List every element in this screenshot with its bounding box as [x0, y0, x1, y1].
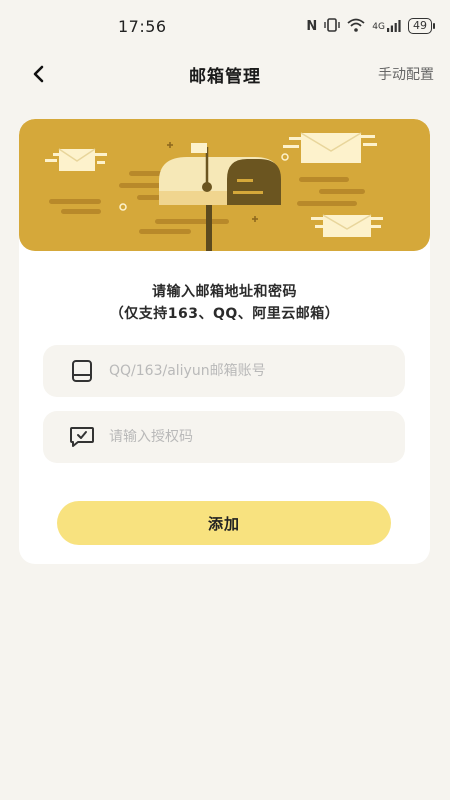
mailbox-illustration: [45, 132, 383, 251]
auth-code-input[interactable]: [109, 429, 369, 445]
message-check-icon: [69, 424, 95, 450]
mailbox-banner: [19, 119, 430, 251]
account-input[interactable]: [109, 363, 369, 379]
account-field[interactable]: [43, 345, 405, 397]
status-time: 17:56: [118, 16, 167, 36]
network-type: 4G: [372, 22, 385, 32]
vibrate-icon: [324, 17, 340, 35]
header: 邮箱管理 手动配置: [0, 52, 450, 96]
envelope-icon: [45, 148, 107, 171]
manual-config-button[interactable]: 手动配置: [378, 64, 434, 84]
signal-icon: 4G: [372, 20, 401, 32]
nfc-icon: N: [306, 18, 318, 34]
status-icons: N 4G 49: [306, 17, 435, 35]
instruction-line2: （仅支持163、QQ、阿里云邮箱）: [109, 306, 340, 322]
tablet-icon: [69, 358, 95, 384]
status-bar: 17:56 N 4G 49: [0, 0, 450, 52]
envelope-icon: [283, 132, 377, 163]
instruction-line1: 请输入邮箱地址和密码: [152, 284, 297, 300]
instruction-text: 请输入邮箱地址和密码 （仅支持163、QQ、阿里云邮箱）: [19, 281, 430, 325]
wifi-icon: [347, 18, 365, 35]
battery-icon: 49: [408, 18, 435, 34]
add-button[interactable]: 添加: [57, 501, 391, 545]
add-mailbox-card: 请输入邮箱地址和密码 （仅支持163、QQ、阿里云邮箱） 添加: [19, 119, 430, 564]
back-icon[interactable]: [26, 62, 50, 86]
page-title: 邮箱管理: [189, 66, 261, 87]
envelope-icon: [311, 214, 383, 237]
auth-code-field[interactable]: [43, 411, 405, 463]
